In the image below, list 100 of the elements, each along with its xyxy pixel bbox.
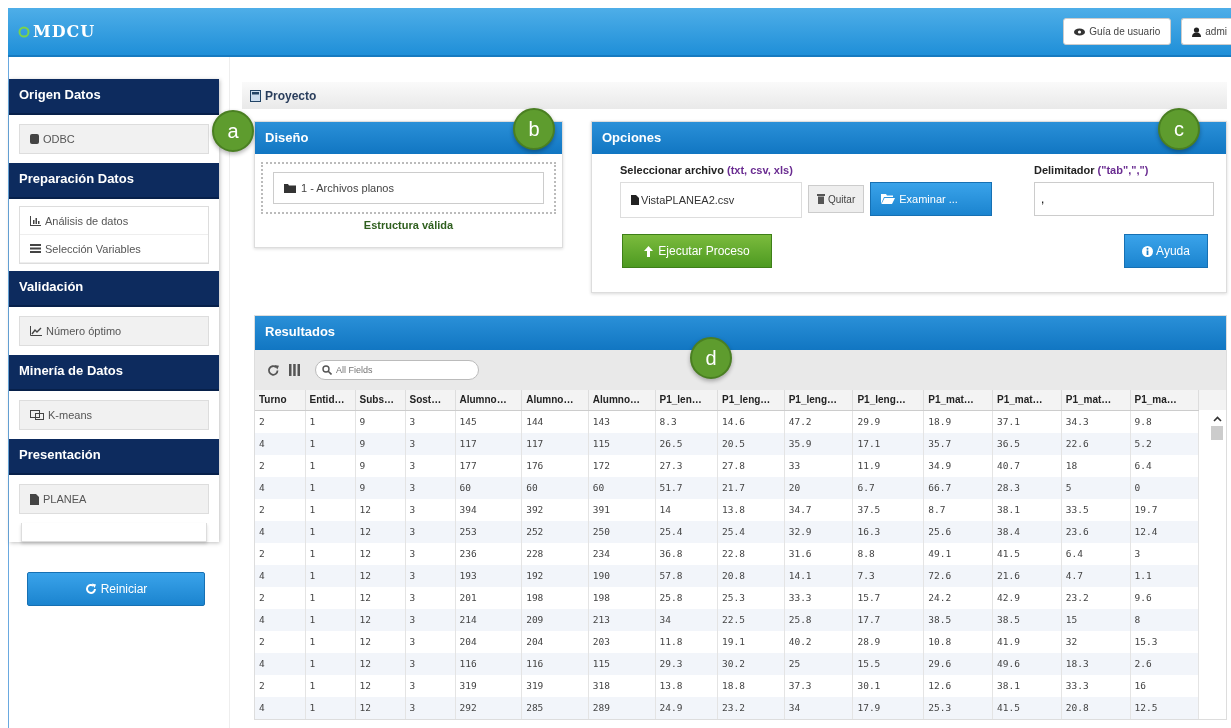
column-header[interactable]: Alumno… xyxy=(588,390,655,410)
table-cell: 116 xyxy=(455,652,522,675)
table-cell: 4 xyxy=(255,432,305,455)
table-cell: 15.5 xyxy=(852,652,924,675)
table-cell: 12 xyxy=(355,608,405,631)
table-cell: 17.7 xyxy=(852,608,924,631)
column-header[interactable]: P1_mat… xyxy=(923,390,993,410)
user-icon xyxy=(1192,26,1202,37)
table-cell: 16 xyxy=(1130,674,1199,697)
sidebar-item[interactable]: K-means xyxy=(19,400,209,430)
table-cell: 1 xyxy=(305,652,355,675)
table-cell: 13.8 xyxy=(655,674,718,697)
table-cell: 3 xyxy=(405,608,455,631)
column-header[interactable]: Turno xyxy=(255,390,305,410)
table-cell: 37.5 xyxy=(852,498,924,521)
table-cell: 8.8 xyxy=(852,542,924,565)
table-cell: 8 xyxy=(1130,608,1199,631)
table-cell: 3 xyxy=(405,630,455,653)
table-cell: 12.6 xyxy=(923,674,993,697)
table-cell: 201 xyxy=(455,586,522,609)
column-header[interactable]: Entid… xyxy=(305,390,355,410)
table-cell: 4 xyxy=(255,608,305,631)
table-cell: 2 xyxy=(255,630,305,653)
remove-button[interactable]: Quitar xyxy=(808,185,865,213)
sidebar-item[interactable]: ODBC xyxy=(19,124,209,154)
column-header[interactable]: P1_leng… xyxy=(852,390,924,410)
table-cell: 4 xyxy=(255,476,305,499)
table-cell: 42.9 xyxy=(992,586,1062,609)
table-cell: 9.6 xyxy=(1130,586,1199,609)
column-header[interactable]: Alumno… xyxy=(521,390,589,410)
table-cell: 33.3 xyxy=(784,586,853,609)
bar-chart-icon xyxy=(30,215,41,226)
table-cell: 12 xyxy=(355,674,405,697)
section-header: Origen Datos xyxy=(9,79,219,115)
columns-icon[interactable] xyxy=(289,364,300,376)
table-cell: 4 xyxy=(255,520,305,543)
scrollbar-thumb[interactable] xyxy=(1211,426,1223,440)
table-cell: 193 xyxy=(455,564,522,587)
table-cell: 292 xyxy=(455,696,522,719)
column-header[interactable]: P1_leng… xyxy=(784,390,853,410)
user-guide-button[interactable]: Guía de usuario xyxy=(1063,18,1172,45)
file-field[interactable]: VistaPLANEA2.csv xyxy=(620,182,802,218)
table-cell: 34 xyxy=(655,608,718,631)
table-cell: 1 xyxy=(305,696,355,719)
table-cell: 145 xyxy=(455,410,522,433)
table-cell: 12 xyxy=(355,652,405,675)
table-cell: 2 xyxy=(255,498,305,521)
table-cell: 38.1 xyxy=(992,674,1062,697)
table-cell: 28.9 xyxy=(852,630,924,653)
table-cell: 15 xyxy=(1061,608,1131,631)
table-cell: 198 xyxy=(588,586,655,609)
table-cell: 391 xyxy=(588,498,655,521)
delimiter-field[interactable]: , xyxy=(1034,182,1214,216)
info-icon xyxy=(1142,245,1154,257)
table-cell: 20.5 xyxy=(717,432,785,455)
sidebar-item[interactable]: PLANEA xyxy=(19,484,209,514)
column-header[interactable]: Subs… xyxy=(355,390,405,410)
table-cell: 1.1 xyxy=(1130,564,1199,587)
table-cell: 27.3 xyxy=(655,454,718,477)
user-menu-button[interactable]: admi xyxy=(1181,18,1231,45)
table-cell: 3 xyxy=(405,542,455,565)
table-cell: 3 xyxy=(405,498,455,521)
table-cell: 198 xyxy=(521,586,589,609)
design-item[interactable]: 1 - Archivos planos xyxy=(273,172,544,204)
column-header[interactable]: P1_ma… xyxy=(1130,390,1199,410)
column-header[interactable]: P1_len… xyxy=(655,390,718,410)
table-cell: 28.3 xyxy=(992,476,1062,499)
column-header[interactable]: Alumno… xyxy=(455,390,522,410)
table-cell: 38.5 xyxy=(923,608,993,631)
table-cell: 2 xyxy=(255,542,305,565)
column-header[interactable]: P1_mat… xyxy=(1061,390,1131,410)
section-header: Presentación xyxy=(9,439,219,475)
table-cell: 319 xyxy=(455,674,522,697)
table-cell: 10.8 xyxy=(923,630,993,653)
file-icon xyxy=(30,493,39,505)
line-chart-icon xyxy=(30,326,42,336)
scroll-up-icon[interactable] xyxy=(1212,416,1222,422)
table-cell: 14.6 xyxy=(717,410,785,433)
column-header[interactable]: P1_leng… xyxy=(717,390,785,410)
column-header[interactable]: P1_mat… xyxy=(992,390,1062,410)
table-cell: 19.7 xyxy=(1130,498,1199,521)
table-cell: 12 xyxy=(355,586,405,609)
section-header: Minería de Datos xyxy=(9,355,219,391)
table-cell: 24.9 xyxy=(655,696,718,719)
table-cell: 31.6 xyxy=(784,542,853,565)
table-cell: 4.7 xyxy=(1061,564,1131,587)
table-cell: 38.4 xyxy=(992,520,1062,543)
table-cell: 16.3 xyxy=(852,520,924,543)
search-field[interactable]: All Fields xyxy=(315,360,479,380)
table-cell: 6.7 xyxy=(852,476,924,499)
table-cell: 36.5 xyxy=(992,432,1062,455)
table-cell: 1 xyxy=(305,586,355,609)
column-header[interactable]: Sost… xyxy=(405,390,455,410)
table-cell: 34 xyxy=(784,696,853,719)
table-cell: 190 xyxy=(588,564,655,587)
delimiter-label: Delimitador ("tab",",") xyxy=(1034,164,1150,176)
sidebar-item[interactable]: Número óptimo xyxy=(19,316,209,346)
refresh-icon xyxy=(84,583,97,595)
table-cell: 4 xyxy=(255,564,305,587)
refresh-icon[interactable] xyxy=(267,363,280,377)
